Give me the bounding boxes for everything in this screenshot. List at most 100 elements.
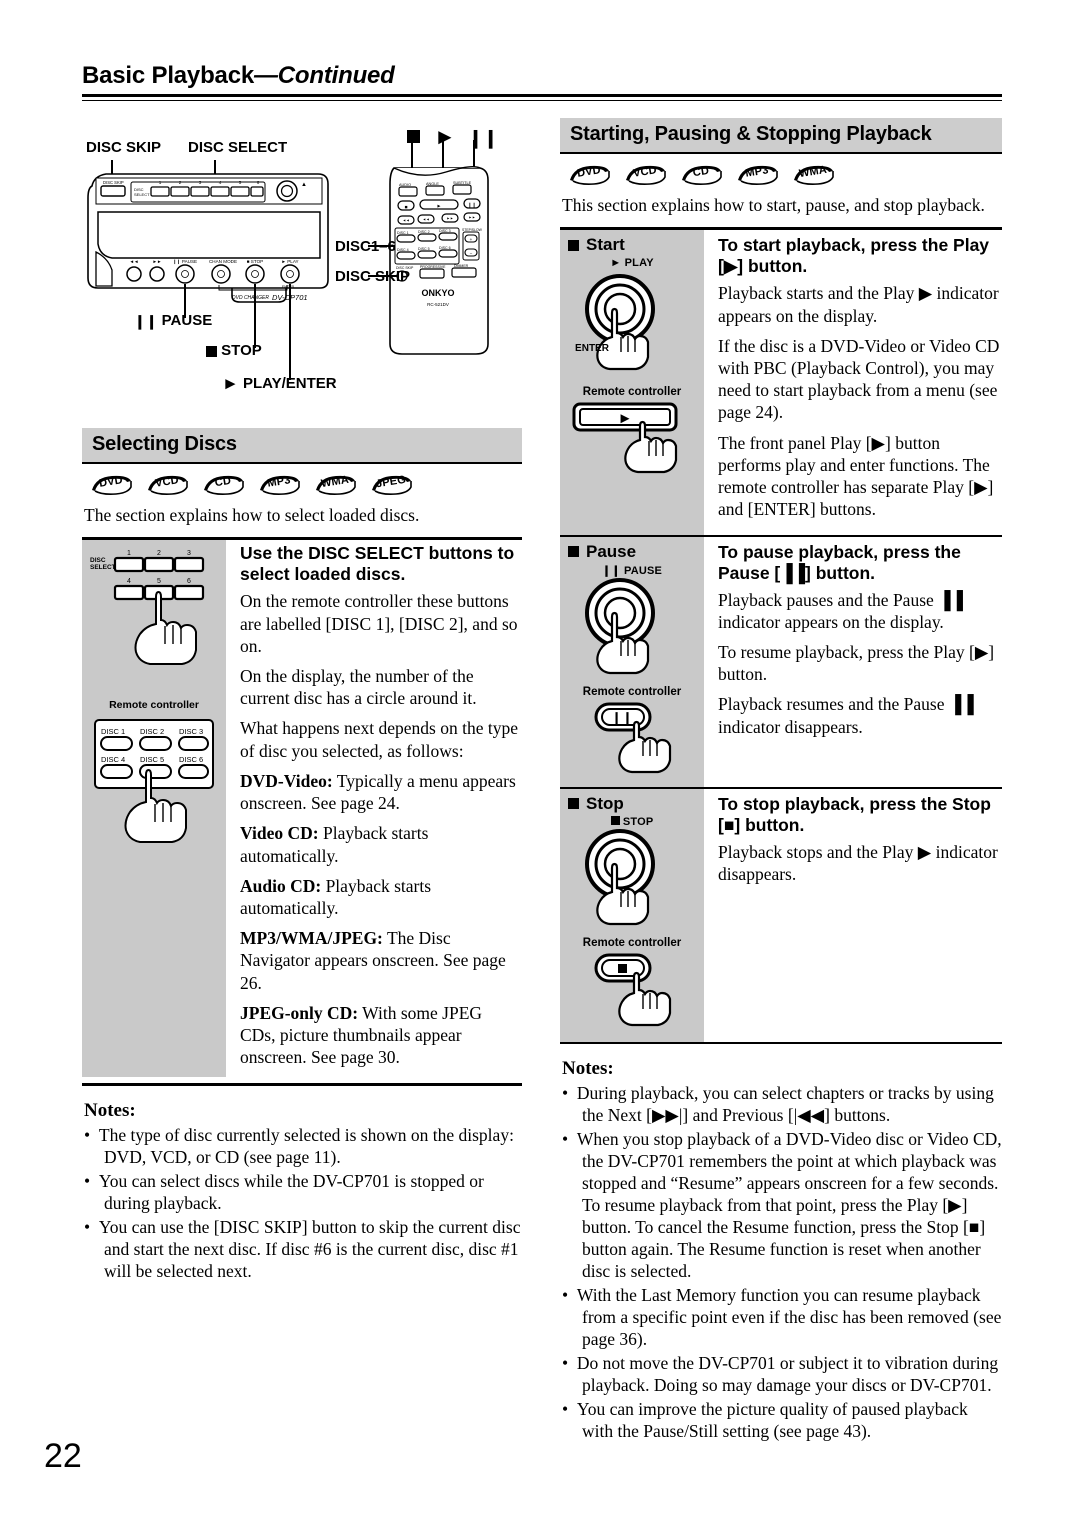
svg-text:6: 6: [187, 578, 191, 585]
svg-text:DISC 6: DISC 6: [439, 246, 451, 250]
disc-select-art-svg: DISC SELECT 123 456 Remote controller DI…: [90, 550, 214, 844]
svg-text:ENTER: ENTER: [282, 285, 295, 289]
media-badges-selecting-discs: DVD VCD CD MP3 WMA JPEG: [88, 473, 522, 496]
media-badge-cd: CD: [678, 163, 724, 186]
rule-below-selecting-pane: [82, 1082, 522, 1086]
header-rule-thick: [82, 94, 1002, 97]
running-head: Basic Playback—Continued: [82, 62, 1002, 90]
step-start-para: The front panel Play [▶] button performs…: [718, 432, 994, 520]
svg-text:▲: ▲: [301, 182, 307, 188]
notes-list-left: The type of disc currently selected is s…: [82, 1124, 522, 1282]
header-rule-thin: [82, 100, 1002, 101]
svg-text:DISC 1: DISC 1: [101, 727, 125, 736]
page-number: 22: [44, 1437, 82, 1475]
step-stop-remote-art: [594, 953, 672, 1026]
disc-type-video-cd: Video CD: Playback starts automatically.: [240, 822, 520, 866]
remote-stop-glyph-icon: [407, 130, 420, 147]
step-stop-para: Playback stops and the Play ▶ indicator …: [718, 841, 998, 884]
disc-type-audio-cd: Audio CD: Playback starts automatically.: [240, 875, 520, 919]
callout-stop: STOP: [206, 342, 262, 359]
step-pause-para: Playback pauses and the Pause ▐▐ indicat…: [718, 589, 963, 632]
term-dvd-video: DVD-Video:: [240, 770, 333, 791]
media-badge-dvd: DVD: [88, 473, 134, 496]
pause-glyph-icon: ❙❙: [601, 564, 621, 577]
svg-text:5: 5: [239, 180, 242, 185]
disc-type-dvd-video: DVD-Video: Typically a menu appears onsc…: [240, 770, 520, 814]
svg-text:SELECT: SELECT: [90, 564, 116, 571]
svg-text:DISC 5: DISC 5: [140, 755, 164, 764]
svg-text:► PLAY: ► PLAY: [281, 259, 298, 264]
svg-text:DISC: DISC: [90, 557, 106, 564]
right-column: Starting, Pausing & Stopping Playback DV…: [560, 118, 1002, 1444]
step-pause-button-caption: ❙❙ PAUSE: [601, 564, 663, 577]
step-stop: Stop STOP Remote controller To stop play…: [560, 788, 1002, 1044]
svg-text:DISC 5: DISC 5: [418, 247, 430, 251]
note-item: You can use the [DISC SKIP] button to sk…: [84, 1216, 522, 1282]
step-pause-subhead: To pause playback, press the Pause [▐▐] …: [718, 541, 961, 583]
svg-text:►►: ►►: [152, 259, 161, 264]
term-mp3-wma-jpeg: MP3/WMA/JPEG:: [240, 928, 383, 949]
callout-play-enter: ► PLAY/ENTER: [222, 374, 337, 393]
svg-text:■ STOP: ■ STOP: [247, 259, 263, 264]
svg-text:DISC 4: DISC 4: [397, 248, 409, 252]
step-start-art: Start ► PLAY ENTER Remote controller ►: [560, 230, 704, 535]
svg-text:DISC 2: DISC 2: [418, 230, 430, 234]
media-badge-cd: CD: [200, 473, 246, 496]
svg-text:4: 4: [219, 180, 222, 185]
svg-text:SELECT: SELECT: [134, 192, 150, 197]
svg-text:DISC SKIP: DISC SKIP: [103, 180, 124, 185]
notes-title-left: Notes:: [84, 1099, 136, 1121]
svg-text:DISC 2: DISC 2: [140, 727, 164, 736]
disc-type-jpeg-only-cd: JPEG-only CD: With some JPEG CDs, pictur…: [240, 1002, 520, 1069]
svg-text:1: 1: [159, 180, 162, 185]
step-stop-subhead: To stop playback, press the Stop [■] but…: [718, 793, 991, 835]
step-stop-remote-caption: Remote controller: [582, 936, 682, 949]
media-badge-mp3: MP3: [256, 473, 302, 496]
remote-play-glyph-icon: ►: [434, 124, 456, 149]
note-item: With the Last Memory function you can re…: [562, 1284, 1002, 1350]
callout-disc1-6: DISC1–6: [335, 238, 396, 255]
step-start: Start ► PLAY ENTER Remote controller ► T…: [560, 230, 1002, 537]
square-bullet-icon: [568, 798, 579, 810]
svg-text:DVD CHANGER: DVD CHANGER: [232, 295, 269, 301]
svg-text:►: ►: [618, 410, 633, 427]
term-video-cd: Video CD:: [240, 823, 319, 844]
svg-text:3: 3: [199, 180, 202, 185]
svg-text:DISC 3: DISC 3: [439, 229, 451, 233]
running-head-title: Basic Playback: [82, 62, 254, 89]
step-stop-art: Stop STOP Remote controller: [560, 788, 704, 1042]
svg-text:DISC 6: DISC 6: [179, 755, 203, 764]
step-pause-label: Pause: [560, 537, 704, 564]
step-pause: Pause ❙❙ PAUSE Remote controller ❙❙ To p…: [560, 536, 1002, 789]
term-audio-cd: Audio CD:: [240, 875, 322, 896]
svg-text:SUBTITLE: SUBTITLE: [453, 181, 472, 185]
svg-text:❙❙: ❙❙: [611, 710, 633, 726]
step-pause-remote-art: ❙❙: [594, 702, 672, 773]
svg-text:►►: ►►: [446, 217, 453, 221]
svg-text:STEP/SLOW: STEP/SLOW: [462, 228, 483, 232]
step-start-button-caption: ► PLAY: [610, 257, 654, 270]
svg-text:DISC 1: DISC 1: [397, 231, 409, 235]
step-pause-body: To pause playback, press the Pause [▐▐] …: [704, 537, 1002, 787]
step-stop-label: Stop: [560, 789, 704, 816]
disc-select-art-panel: DISC SELECT 123 456 Remote controller DI…: [82, 540, 226, 1077]
step-pause-art: Pause ❙❙ PAUSE Remote controller ❙❙: [560, 536, 704, 787]
para-remote-labels: On the remote controller these buttons a…: [240, 591, 518, 656]
svg-text:◄◄: ◄◄: [129, 259, 138, 264]
svg-text:DISC 3: DISC 3: [179, 727, 203, 736]
svg-text:3: 3: [187, 550, 191, 557]
media-badge-wma: WMA: [790, 163, 836, 186]
subhead-use-disc-select: Use the DISC SELECT buttons to select lo…: [240, 543, 515, 585]
callout-remote-disc-skip: DISC SKIP: [335, 268, 411, 285]
media-badge-mp3: MP3: [734, 163, 780, 186]
svg-text:6: 6: [257, 180, 260, 185]
notes-list-right: During playback, you can select chapters…: [560, 1082, 1002, 1443]
play-glyph-icon: ►: [222, 374, 239, 393]
stop-glyph-icon: [610, 815, 620, 825]
step-stop-button-caption: STOP: [560, 815, 704, 828]
note-item: During playback, you can select chapters…: [562, 1082, 1002, 1126]
step-start-body: To start playback, press the Play [▶] bu…: [704, 230, 1002, 534]
note-item: Do not move the DV-CP701 or subject it t…: [562, 1352, 1002, 1396]
step-start-remote-art: ►: [572, 402, 678, 474]
para-display-circle: On the display, the number of the curren…: [240, 666, 477, 709]
